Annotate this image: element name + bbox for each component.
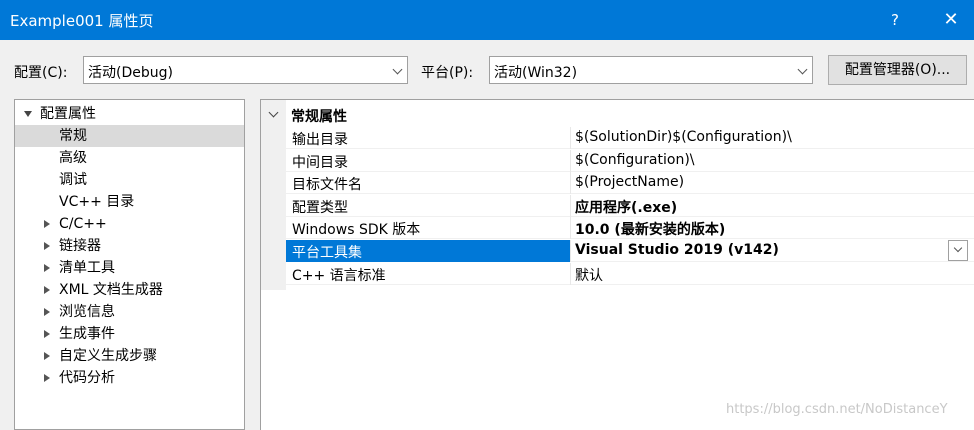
property-value: $(Configuration)\	[575, 151, 695, 168]
platform-value: 活动(Win32)	[494, 65, 578, 81]
tree-item-label: 代码分析	[59, 370, 115, 386]
config-value: 活动(Debug)	[88, 65, 173, 81]
tree-item-label: VC++ 目录	[59, 194, 135, 210]
config-label: 配置(C):	[14, 65, 68, 81]
expand-right-icon	[44, 374, 50, 382]
tree-item-label: C/C++	[59, 216, 107, 232]
column-separator	[570, 172, 571, 195]
tree-item[interactable]: 浏览信息	[15, 301, 244, 323]
column-separator	[570, 194, 571, 217]
tree-item-label: 生成事件	[59, 326, 115, 342]
property-row[interactable]: Windows SDK 版本 10.0 (最新安装的版本)	[286, 217, 974, 240]
close-button[interactable]: ✕	[934, 6, 968, 34]
tree-item-label: 清单工具	[59, 260, 115, 276]
property-name: 目标文件名	[292, 177, 362, 194]
column-separator	[570, 149, 571, 172]
column-separator	[570, 217, 571, 240]
chevron-down-icon	[797, 64, 808, 75]
chevron-down-icon	[953, 243, 963, 253]
value-dropdown-button[interactable]	[948, 240, 968, 261]
property-value: 应用程序(.exe)	[575, 199, 678, 216]
platform-label: 平台(P):	[421, 65, 474, 81]
expand-right-icon	[44, 330, 50, 338]
category-header[interactable]: 常规属性	[261, 104, 974, 126]
property-value: 默认	[575, 267, 603, 284]
tree-item-label: 自定义生成步骤	[59, 348, 157, 364]
property-name: C++ 语言标准	[292, 267, 386, 284]
expand-right-icon	[44, 220, 50, 228]
expand-right-icon	[44, 264, 50, 272]
tree-item[interactable]: 高级	[15, 147, 244, 169]
tree-item[interactable]: 链接器	[15, 235, 244, 257]
property-name: 输出目录	[292, 132, 348, 148]
column-separator	[570, 240, 571, 262]
property-value: 10.0 (最新安装的版本)	[575, 222, 726, 239]
grid-gutter	[261, 100, 286, 290]
column-separator	[570, 127, 571, 149]
help-button[interactable]: ?	[878, 6, 912, 34]
tree-item[interactable]: C/C++	[15, 213, 244, 235]
property-name: Windows SDK 版本	[292, 222, 421, 239]
expand-right-icon	[44, 352, 50, 360]
title-bar: Example001 属性页 ? ✕	[0, 0, 974, 40]
tree-root-label: 配置属性	[40, 106, 96, 122]
config-manager-button[interactable]: 配置管理器(O)...	[828, 55, 967, 85]
chevron-down-icon	[392, 64, 403, 75]
property-value: Visual Studio 2019 (v142)	[575, 242, 779, 258]
property-row[interactable]: 平台工具集 Visual Studio 2019 (v142)	[286, 240, 974, 262]
config-dropdown[interactable]: 活动(Debug)	[83, 56, 408, 84]
tree-item[interactable]: 自定义生成步骤	[15, 345, 244, 367]
tree-root[interactable]: 配置属性	[15, 103, 244, 125]
tree-item-label: 浏览信息	[59, 304, 115, 320]
tree-item[interactable]: VC++ 目录	[15, 191, 244, 213]
property-value: $(ProjectName)	[575, 174, 685, 191]
tree-item[interactable]: 生成事件	[15, 323, 244, 345]
expand-down-icon	[24, 111, 32, 117]
window-title: Example001 属性页	[10, 12, 154, 30]
tree-item-label: 常规	[59, 128, 87, 144]
property-tree[interactable]: 配置属性 常规高级调试 VC++ 目录 C/C++ 链接器清单工具 XML 文档生成器浏…	[14, 99, 245, 430]
property-value: $(SolutionDir)$(Configuration)\	[575, 129, 792, 145]
tree-item-label: 调试	[59, 172, 87, 188]
tree-item-label: 链接器	[59, 238, 101, 254]
property-row[interactable]: 配置类型 应用程序(.exe)	[286, 194, 974, 217]
expand-right-icon	[44, 242, 50, 250]
property-name: 平台工具集	[292, 245, 362, 261]
property-name: 配置类型	[292, 199, 348, 216]
property-row[interactable]: C++ 语言标准 默认	[286, 262, 974, 285]
tree-item[interactable]: XML 文档生成器	[15, 279, 244, 301]
tree-item[interactable]: 代码分析	[15, 367, 244, 389]
tree-item-label: 高级	[59, 150, 87, 166]
property-row[interactable]: 中间目录 $(Configuration)\	[286, 149, 974, 172]
property-name: 中间目录	[292, 154, 348, 171]
category-name: 常规属性	[291, 109, 347, 125]
expand-right-icon	[44, 308, 50, 316]
property-row[interactable]: 输出目录 $(SolutionDir)$(Configuration)\	[286, 127, 974, 149]
property-grid: 常规属性 输出目录 $(SolutionDir)$(Configuration)\…	[260, 99, 974, 430]
watermark: https://blog.csdn.net/NoDistanceY	[726, 402, 948, 417]
tree-item-label: XML 文档生成器	[59, 282, 163, 298]
chevron-down-icon	[268, 107, 279, 118]
property-row[interactable]: 目标文件名 $(ProjectName)	[286, 172, 974, 195]
tree-item[interactable]: 常规	[15, 125, 244, 147]
column-separator	[570, 262, 571, 285]
tree-item[interactable]: 调试	[15, 169, 244, 191]
expand-right-icon	[44, 286, 50, 294]
tree-item[interactable]: 清单工具	[15, 257, 244, 279]
platform-dropdown[interactable]: 活动(Win32)	[489, 56, 813, 84]
